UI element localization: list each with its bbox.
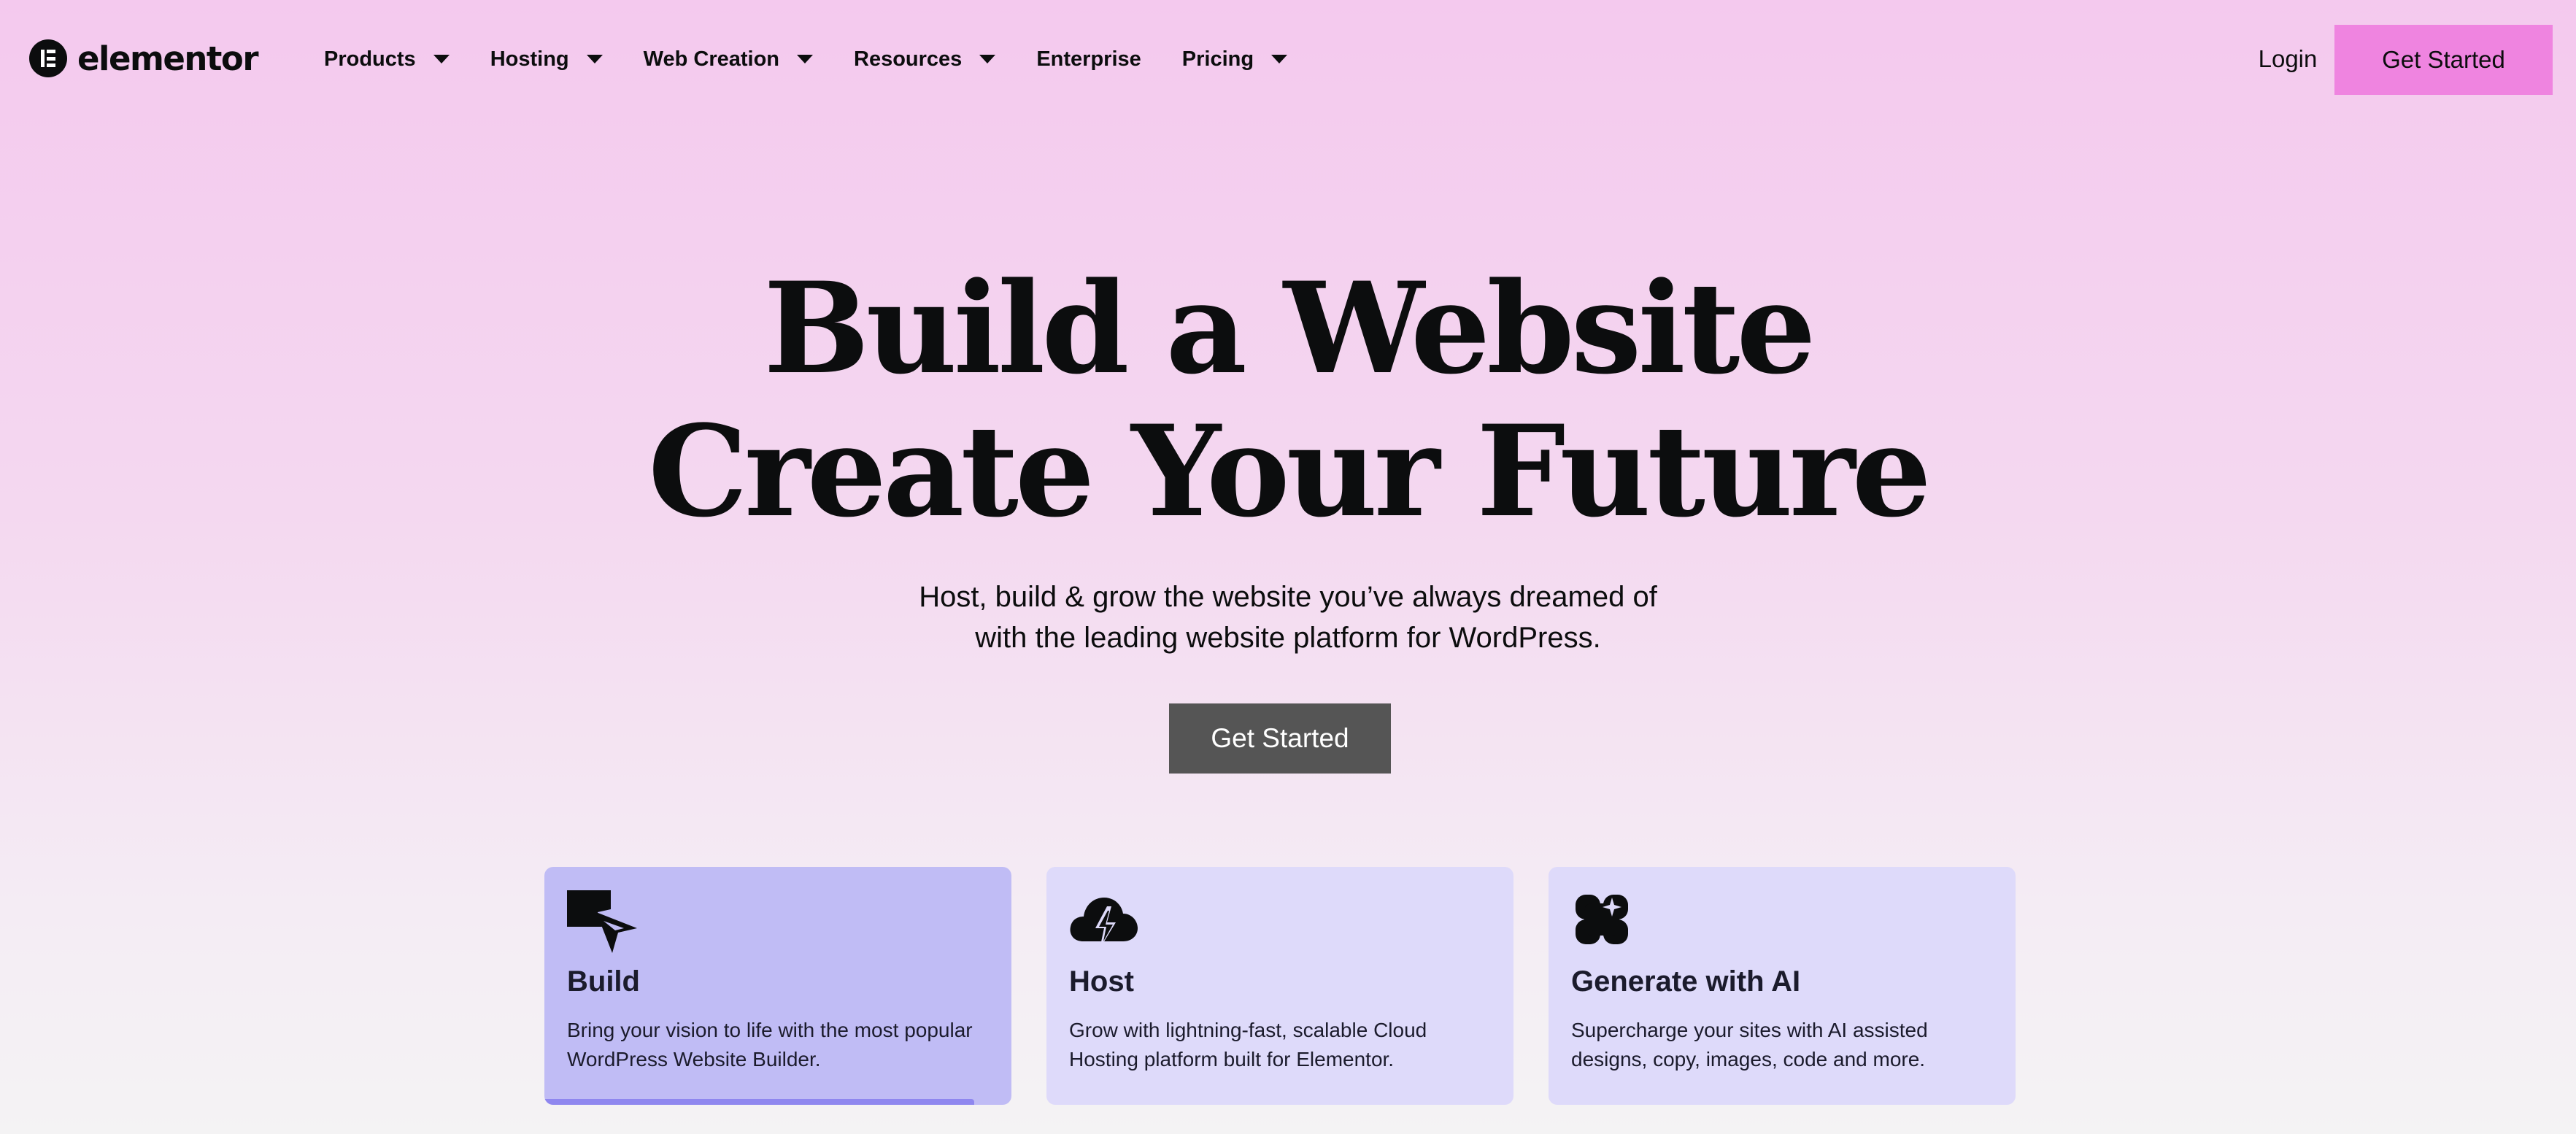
hero-title-line: Create Your Future — [648, 397, 1932, 545]
chevron-down-icon — [433, 55, 450, 63]
hero-title: Build a Website Create Your Future — [0, 257, 2576, 543]
feature-card-title: Build — [567, 965, 640, 998]
nav-item-label: Hosting — [490, 47, 569, 71]
nav-item-enterprise[interactable]: Enterprise — [1036, 47, 1141, 72]
header-get-started-button[interactable]: Get Started — [2334, 25, 2553, 95]
nav-item-hosting[interactable]: Hosting — [490, 47, 603, 72]
feature-card-build[interactable]: Build Bring your vision to life with the… — [544, 867, 1011, 1105]
logo-wordmark: elementor — [77, 39, 259, 78]
chevron-down-icon — [586, 55, 603, 63]
hero-subtitle-line: with the leading website platform for Wo… — [975, 622, 1601, 654]
site-header: elementor Products Hosting Web Creation … — [0, 0, 2576, 118]
nav-item-pricing[interactable]: Pricing — [1181, 47, 1288, 72]
feature-card-desc-line: WordPress Website Builder. — [567, 1048, 821, 1071]
hero-subtitle-line: Host, build & grow the website you’ve al… — [919, 581, 1657, 613]
nav-item-resources[interactable]: Resources — [854, 47, 996, 72]
feature-card-description: Bring your vision to life with the most … — [567, 1016, 990, 1074]
feature-card-generate-ai[interactable]: Generate with AI Supercharge your sites … — [1549, 867, 2016, 1105]
hero-title-line: Build a Website — [763, 254, 1816, 402]
nav-item-label: Pricing — [1181, 47, 1254, 71]
hero-get-started-button[interactable]: Get Started — [1169, 703, 1391, 774]
build-cursor-icon — [567, 890, 637, 956]
feature-card-desc-line: Supercharge your sites with AI assisted — [1571, 1019, 1928, 1041]
feature-card-desc-line: Bring your vision to life with the most … — [567, 1019, 973, 1041]
nav-item-web-creation[interactable]: Web Creation — [643, 47, 814, 72]
chevron-down-icon — [797, 55, 814, 63]
feature-card-title: Host — [1069, 965, 1134, 998]
feature-card-description: Grow with lightning-fast, scalable Cloud… — [1069, 1016, 1492, 1074]
feature-card-host[interactable]: Host Grow with lightning-fast, scalable … — [1046, 867, 1513, 1105]
feature-card-desc-line: Hosting platform built for Elementor. — [1069, 1048, 1395, 1071]
nav-item-label: Enterprise — [1036, 47, 1141, 71]
nav-item-label: Resources — [854, 47, 963, 71]
feature-card-title: Generate with AI — [1571, 965, 1801, 998]
elementor-logo-icon — [29, 39, 67, 77]
feature-card-desc-line: Grow with lightning-fast, scalable Cloud — [1069, 1019, 1427, 1041]
nav-item-label: Web Creation — [643, 47, 780, 71]
feature-progress-bar — [544, 1099, 974, 1105]
cloud-lightning-icon — [1069, 890, 1139, 956]
main-nav: Products Hosting Web Creation Resources … — [324, 41, 1328, 77]
chevron-down-icon — [1271, 55, 1288, 63]
nav-item-label: Products — [324, 47, 416, 71]
nav-item-products[interactable]: Products — [324, 47, 450, 72]
ai-sparkle-icon — [1571, 890, 1641, 956]
feature-card-desc-line: designs, copy, images, code and more. — [1571, 1048, 1926, 1071]
hero-subtitle: Host, build & grow the website you’ve al… — [0, 576, 2576, 658]
chevron-down-icon — [979, 55, 996, 63]
elementor-logo[interactable]: elementor — [29, 39, 259, 78]
feature-card-description: Supercharge your sites with AI assisted … — [1571, 1016, 1994, 1074]
